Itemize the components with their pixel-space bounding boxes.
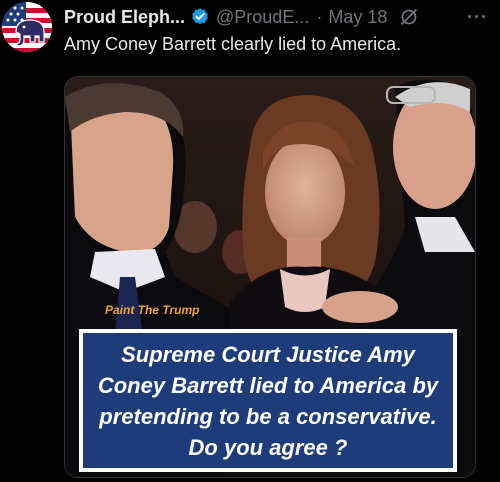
tweet-header: Proud Eleph... @ProudE... · May 18 ··· [64, 6, 490, 28]
grok-icon[interactable] [399, 7, 419, 27]
tweet-text: Amy Coney Barrett clearly lied to Americ… [64, 34, 402, 54]
handle[interactable]: @ProudE... [216, 7, 309, 28]
image-watermark: Paint The Trump [105, 303, 200, 317]
avatar[interactable] [2, 2, 52, 52]
image-caption-panel: Supreme Court Justice Amy Coney Barrett … [83, 333, 453, 468]
tweet: Proud Eleph... @ProudE... · May 18 ··· A… [0, 0, 500, 482]
image-caption-box: Supreme Court Justice Amy Coney Barrett … [79, 329, 457, 472]
elephant-flag-avatar-icon [2, 2, 52, 52]
tweet-image[interactable]: Paint The Trump Supreme Court Justice Am… [64, 76, 476, 478]
separator-dot: · [316, 6, 323, 27]
display-name[interactable]: Proud Eleph... [64, 7, 185, 28]
more-options-icon[interactable]: ··· [467, 7, 490, 28]
timestamp[interactable]: May 18 [328, 7, 387, 28]
image-caption-text: Supreme Court Justice Amy Coney Barrett … [97, 341, 439, 460]
verified-badge-icon [190, 7, 210, 27]
